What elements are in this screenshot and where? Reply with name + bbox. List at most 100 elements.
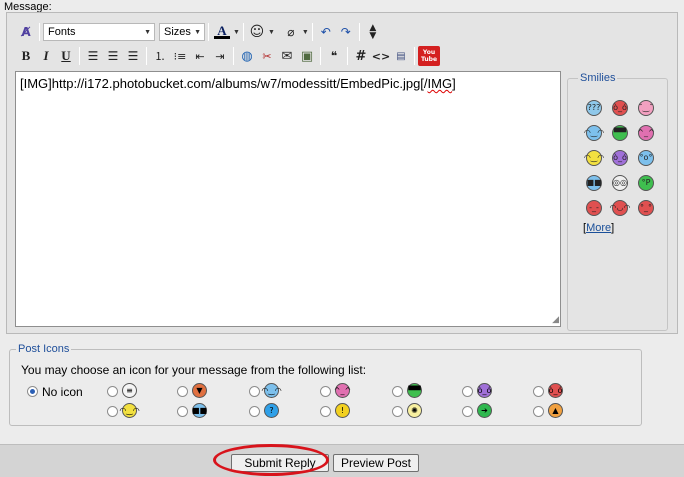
smilie-option[interactable]: °o° — [633, 145, 659, 170]
youtube-button[interactable]: You Tube — [418, 46, 440, 66]
attach-icon[interactable]: ⌀ — [281, 22, 301, 42]
smilie-icon: °P — [638, 174, 654, 191]
redo-icon[interactable]: ↷ — [336, 22, 356, 42]
underline-button[interactable]: U — [56, 46, 76, 66]
smilie-option[interactable]: °P — [633, 170, 659, 195]
smilie-option[interactable]: ◠‿◠ — [581, 145, 607, 170]
smilie-icon: °o° — [638, 149, 654, 166]
smilie-option[interactable]: ˘‿˘ — [633, 95, 659, 120]
post-icons-legend: Post Icons — [16, 343, 72, 355]
more-smilies-link[interactable]: More — [586, 222, 611, 234]
post-icon-warning-radio[interactable] — [320, 406, 331, 417]
font-select[interactable]: Fonts ▼ — [43, 23, 155, 41]
toolbar-divider — [414, 47, 415, 65]
smilie-option[interactable]: ò_ó — [607, 145, 633, 170]
smilie-option[interactable]: ??? — [581, 95, 607, 120]
bold-button[interactable]: B — [16, 46, 36, 66]
highlight-circle — [213, 444, 329, 476]
smilie-option[interactable]: ■■ — [581, 170, 607, 195]
remove-format-icon[interactable]: A̸ — [16, 22, 36, 42]
font-color-icon[interactable]: A — [212, 22, 232, 42]
thumbs-down-icon: ▼ — [192, 383, 207, 398]
align-right-icon[interactable]: ☰ — [123, 46, 143, 66]
post-icon-angry-red-radio[interactable] — [533, 386, 544, 397]
code-hash-button[interactable]: # — [351, 46, 371, 66]
resize-icon[interactable]: ▲ ▼ — [363, 22, 383, 42]
smilie-icon: ??? — [586, 99, 602, 116]
post-icon-cool-radio[interactable] — [177, 406, 188, 417]
toolbar-divider — [358, 23, 360, 41]
smilie-option[interactable]: ◎◎ — [607, 170, 633, 195]
unordered-list-icon[interactable]: ⁝≡ — [170, 46, 190, 66]
post-icon-smile-blue-radio[interactable] — [249, 386, 260, 397]
lightbulb-icon: ✺ — [407, 403, 422, 418]
quote-icon[interactable]: ❝ — [324, 46, 344, 66]
chevron-down-icon[interactable]: ▼ — [268, 29, 275, 36]
misspelled-word: IMG — [427, 76, 453, 91]
angry-red-icon: ò_ó — [548, 383, 563, 398]
smilie-icon: ò_ó — [612, 149, 628, 166]
align-left-icon[interactable]: ☰ — [83, 46, 103, 66]
html-code-button[interactable]: <> — [371, 46, 391, 66]
toolbar-divider — [233, 47, 234, 65]
post-icon-smile-pink-radio[interactable] — [320, 386, 331, 397]
smilie-option[interactable]: ◠‿◠ — [581, 120, 607, 145]
smilie-icon: ^_^ — [637, 124, 655, 141]
outdent-icon[interactable]: ⇤ — [190, 46, 210, 66]
italic-button[interactable]: I — [36, 46, 56, 66]
post-icon-lightbulb-radio[interactable] — [392, 406, 403, 417]
toolbar-divider — [347, 47, 348, 65]
smile-blue-icon: ◠‿◠ — [261, 383, 282, 398]
size-select[interactable]: Sizes ▼ — [159, 23, 205, 41]
message-textarea[interactable]: [IMG]http://i172.photobucket.com/albums/… — [15, 71, 561, 327]
indent-icon[interactable]: ⇥ — [210, 46, 230, 66]
smilie-option[interactable]: ▀▀ — [607, 120, 633, 145]
smilie-icon: ◠‿◠ — [584, 124, 604, 141]
email-icon[interactable]: ✉ — [277, 46, 297, 66]
smilie-option[interactable]: ◠◡◠ — [607, 195, 633, 220]
smilie-icon: ◠◡◠ — [610, 199, 630, 216]
post-icon-thumbs-down-radio[interactable] — [177, 386, 188, 397]
smilie-option[interactable]: -_- — [581, 195, 607, 220]
align-center-icon[interactable]: ☰ — [103, 46, 123, 66]
post-icon-thumbs-up-radio[interactable] — [533, 406, 544, 417]
link-icon[interactable]: ◍ — [237, 46, 257, 66]
smilie-icon: ◠‿◠ — [584, 149, 604, 166]
more-bracket-close: ] — [611, 222, 615, 234]
post-icon-arrow-radio[interactable] — [462, 406, 473, 417]
smilie-icon[interactable]: ☺ — [247, 22, 267, 42]
smilies-grid: ??? ò_ó ˘‿˘ ◠‿◠ ▀▀ ^_^ ◠‿◠ ò_ó °o° ■■ ◎◎ °P -_- ◠◡◠ °_… — [581, 95, 659, 220]
post-icons-instruction: You may choose an icon for your message … — [21, 363, 367, 377]
toolbar-divider — [311, 23, 313, 41]
cool-icon: ■■ — [192, 403, 207, 418]
no-icon-radio[interactable] — [27, 386, 38, 397]
smilie-icon: ˘‿˘ — [638, 99, 654, 116]
smilie-icon: ◎◎ — [612, 174, 628, 191]
smilie-icon: ▀▀ — [612, 124, 628, 141]
more-smilies: [More] — [583, 222, 614, 234]
undo-icon[interactable]: ↶ — [316, 22, 336, 42]
php-icon[interactable]: ▤ — [391, 46, 411, 66]
chevron-down-icon: ▼ — [194, 28, 201, 36]
sad-purple-icon: ò_ó — [477, 383, 492, 398]
smilie-option[interactable]: ò_ó — [607, 95, 633, 120]
grin-green-icon: ▀▀ — [407, 383, 422, 398]
post-icon-question-radio[interactable] — [249, 406, 260, 417]
post-icon-sad-purple-radio[interactable] — [462, 386, 473, 397]
smilie-icon: ò_ó — [612, 99, 628, 116]
toolbar-divider — [320, 47, 321, 65]
image-icon[interactable]: ▣ — [297, 46, 317, 66]
toolbar-divider — [208, 23, 209, 41]
chevron-down-icon[interactable]: ▼ — [233, 29, 240, 36]
chevron-down-icon[interactable]: ▼ — [302, 29, 309, 36]
preview-post-button[interactable]: Preview Post — [333, 454, 419, 472]
ordered-list-icon[interactable]: ⒈ — [150, 46, 170, 66]
smilie-option[interactable]: °_° — [633, 195, 659, 220]
post-icon-document-radio[interactable] — [107, 386, 118, 397]
post-icon-grin-green-radio[interactable] — [392, 386, 403, 397]
resize-grip-icon[interactable]: ◢ — [552, 314, 559, 325]
unlink-icon[interactable]: ✂ — [257, 46, 277, 66]
message-text-end: ] — [452, 76, 456, 91]
post-icon-smile-yellow-radio[interactable] — [107, 406, 118, 417]
smilie-option[interactable]: ^_^ — [633, 120, 659, 145]
